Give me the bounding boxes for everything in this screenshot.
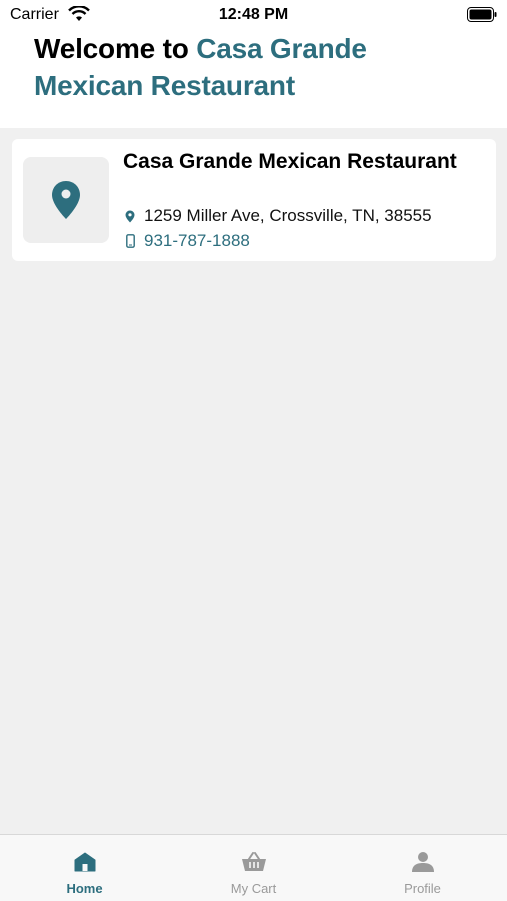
restaurant-address: 1259 Miller Ave, Crossville, TN, 38555 bbox=[144, 206, 432, 225]
tab-profile-label: Profile bbox=[404, 881, 441, 896]
battery-icon bbox=[467, 7, 497, 22]
profile-icon bbox=[410, 849, 436, 875]
phone-row[interactable]: 931-787-1888 bbox=[123, 231, 250, 251]
tab-bar: Home My Cart Profile bbox=[0, 834, 507, 901]
status-bar: Carrier 12:48 PM bbox=[0, 0, 507, 30]
restaurant-name: Casa Grande Mexican Restaurant bbox=[123, 150, 457, 173]
restaurant-thumbnail bbox=[23, 157, 109, 243]
address-row: 1259 Miller Ave, Crossville, TN, 38555 bbox=[123, 206, 432, 226]
tab-my-cart[interactable]: My Cart bbox=[169, 835, 338, 901]
location-icon bbox=[123, 208, 137, 224]
phone-icon bbox=[123, 233, 137, 249]
welcome-prefix: Welcome to bbox=[34, 33, 197, 64]
header: Welcome to Casa Grande Mexican Restauran… bbox=[0, 30, 507, 128]
home-icon bbox=[72, 849, 98, 875]
map-pin-icon bbox=[52, 181, 80, 219]
cart-icon bbox=[241, 849, 267, 875]
tab-home-label: Home bbox=[66, 881, 103, 896]
restaurant-phone-link[interactable]: 931-787-1888 bbox=[144, 231, 250, 251]
restaurant-card[interactable]: Casa Grande Mexican Restaurant 1259 Mill… bbox=[12, 139, 496, 261]
tab-profile[interactable]: Profile bbox=[338, 835, 507, 901]
tab-home[interactable]: Home bbox=[0, 835, 169, 901]
clock: 12:48 PM bbox=[218, 6, 289, 23]
page-title: Welcome to Casa Grande Mexican Restauran… bbox=[34, 30, 474, 104]
tab-my-cart-label: My Cart bbox=[230, 881, 277, 896]
